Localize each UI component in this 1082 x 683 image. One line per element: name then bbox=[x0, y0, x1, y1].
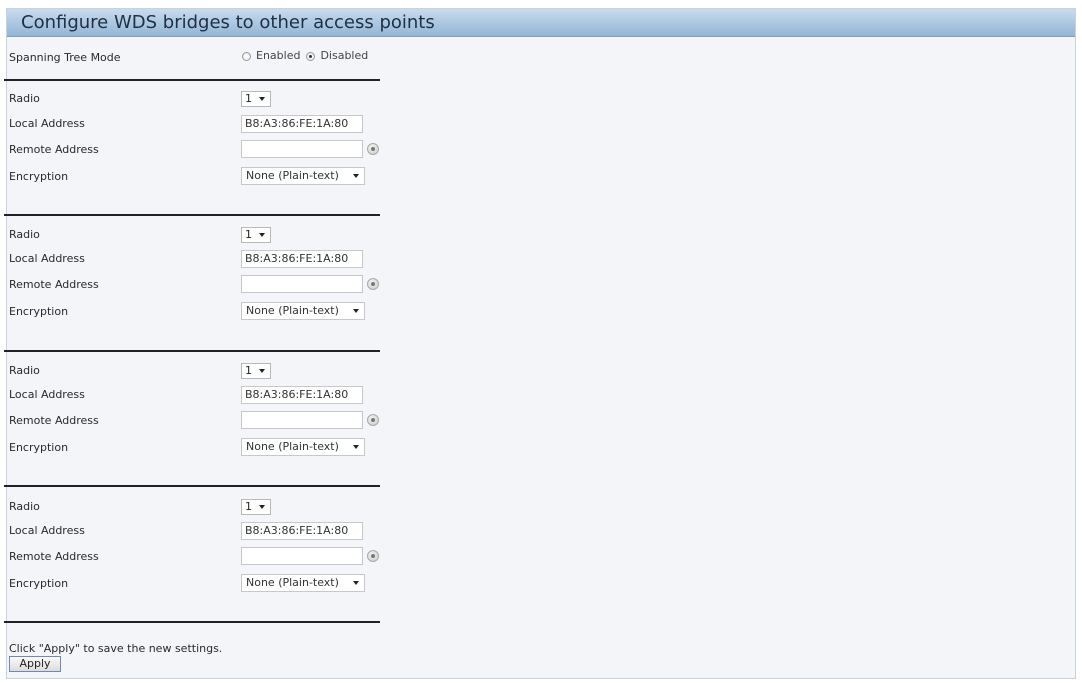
spanning-tree-disabled-label: Disabled bbox=[320, 49, 369, 62]
chevron-down-icon bbox=[259, 505, 265, 509]
remote-address-input-3[interactable] bbox=[241, 411, 363, 429]
page-title: Configure WDS bridges to other access po… bbox=[21, 12, 435, 33]
local-address-field-1: B8:A3:86:FE:1A:80 bbox=[241, 115, 363, 133]
encryption-select-value: None (Plain-text) bbox=[246, 576, 339, 589]
remote-address-lookup-icon[interactable] bbox=[367, 278, 379, 290]
spanning-tree-label: Spanning Tree Mode bbox=[9, 51, 121, 64]
wds-config-panel: Configure WDS bridges to other access po… bbox=[6, 8, 1076, 679]
chevron-down-icon bbox=[259, 233, 265, 237]
separator bbox=[4, 79, 380, 81]
remote-address-lookup-icon[interactable] bbox=[367, 143, 379, 155]
radio-select-value: 1 bbox=[245, 364, 252, 377]
encryption-label: Encryption bbox=[9, 441, 69, 454]
radio-select-value: 1 bbox=[245, 500, 252, 513]
local-address-field-3: B8:A3:86:FE:1A:80 bbox=[241, 386, 363, 404]
radio-select-1[interactable]: 1 bbox=[241, 91, 271, 107]
apply-button[interactable]: Apply bbox=[9, 656, 61, 672]
chevron-down-icon bbox=[259, 369, 265, 373]
remote-address-label: Remote Address bbox=[9, 550, 99, 563]
encryption-select-value: None (Plain-text) bbox=[246, 169, 339, 182]
radio-label: Radio bbox=[9, 364, 40, 377]
local-address-field-2: B8:A3:86:FE:1A:80 bbox=[241, 250, 363, 268]
remote-address-input-4[interactable] bbox=[241, 547, 363, 565]
local-address-label: Local Address bbox=[9, 524, 85, 537]
radio-select-3[interactable]: 1 bbox=[241, 363, 271, 379]
radio-select-value: 1 bbox=[245, 228, 252, 241]
chevron-down-icon bbox=[353, 445, 359, 449]
spanning-tree-enabled-label: Enabled bbox=[256, 49, 301, 62]
encryption-select-2[interactable]: None (Plain-text) bbox=[241, 302, 365, 320]
encryption-select-value: None (Plain-text) bbox=[246, 304, 339, 317]
spanning-tree-disabled-radio[interactable] bbox=[306, 51, 316, 61]
remote-address-label: Remote Address bbox=[9, 278, 99, 291]
local-address-field-4: B8:A3:86:FE:1A:80 bbox=[241, 522, 363, 540]
radio-select-2[interactable]: 1 bbox=[241, 227, 271, 243]
remote-address-label: Remote Address bbox=[9, 414, 99, 427]
chevron-down-icon bbox=[353, 581, 359, 585]
remote-address-label: Remote Address bbox=[9, 143, 99, 156]
radio-select-4[interactable]: 1 bbox=[241, 499, 271, 515]
encryption-select-4[interactable]: None (Plain-text) bbox=[241, 574, 365, 592]
remote-address-input-1[interactable] bbox=[241, 140, 363, 158]
radio-label: Radio bbox=[9, 92, 40, 105]
chevron-down-icon bbox=[353, 309, 359, 313]
local-address-label: Local Address bbox=[9, 252, 85, 265]
chevron-down-icon bbox=[353, 174, 359, 178]
spanning-tree-enabled-radio[interactable] bbox=[242, 51, 251, 61]
remote-address-input-2[interactable] bbox=[241, 275, 363, 293]
spanning-tree-radio-group: Enabled Disabled bbox=[242, 49, 374, 63]
local-address-label: Local Address bbox=[9, 117, 85, 130]
separator bbox=[4, 350, 380, 352]
remote-address-lookup-icon[interactable] bbox=[367, 414, 379, 426]
separator bbox=[4, 214, 380, 216]
encryption-select-value: None (Plain-text) bbox=[246, 440, 339, 453]
encryption-select-3[interactable]: None (Plain-text) bbox=[241, 438, 365, 456]
encryption-label: Encryption bbox=[9, 305, 69, 318]
local-address-label: Local Address bbox=[9, 388, 85, 401]
chevron-down-icon bbox=[259, 97, 265, 101]
separator bbox=[4, 621, 380, 623]
remote-address-lookup-icon[interactable] bbox=[367, 550, 379, 562]
apply-hint-text: Click "Apply" to save the new settings. bbox=[9, 642, 223, 655]
radio-label: Radio bbox=[9, 500, 40, 513]
radio-label: Radio bbox=[9, 228, 40, 241]
title-bar: Configure WDS bridges to other access po… bbox=[7, 9, 1075, 37]
radio-select-value: 1 bbox=[245, 92, 252, 105]
encryption-label: Encryption bbox=[9, 170, 69, 183]
encryption-label: Encryption bbox=[9, 577, 69, 590]
separator bbox=[4, 485, 380, 487]
encryption-select-1[interactable]: None (Plain-text) bbox=[241, 167, 365, 185]
